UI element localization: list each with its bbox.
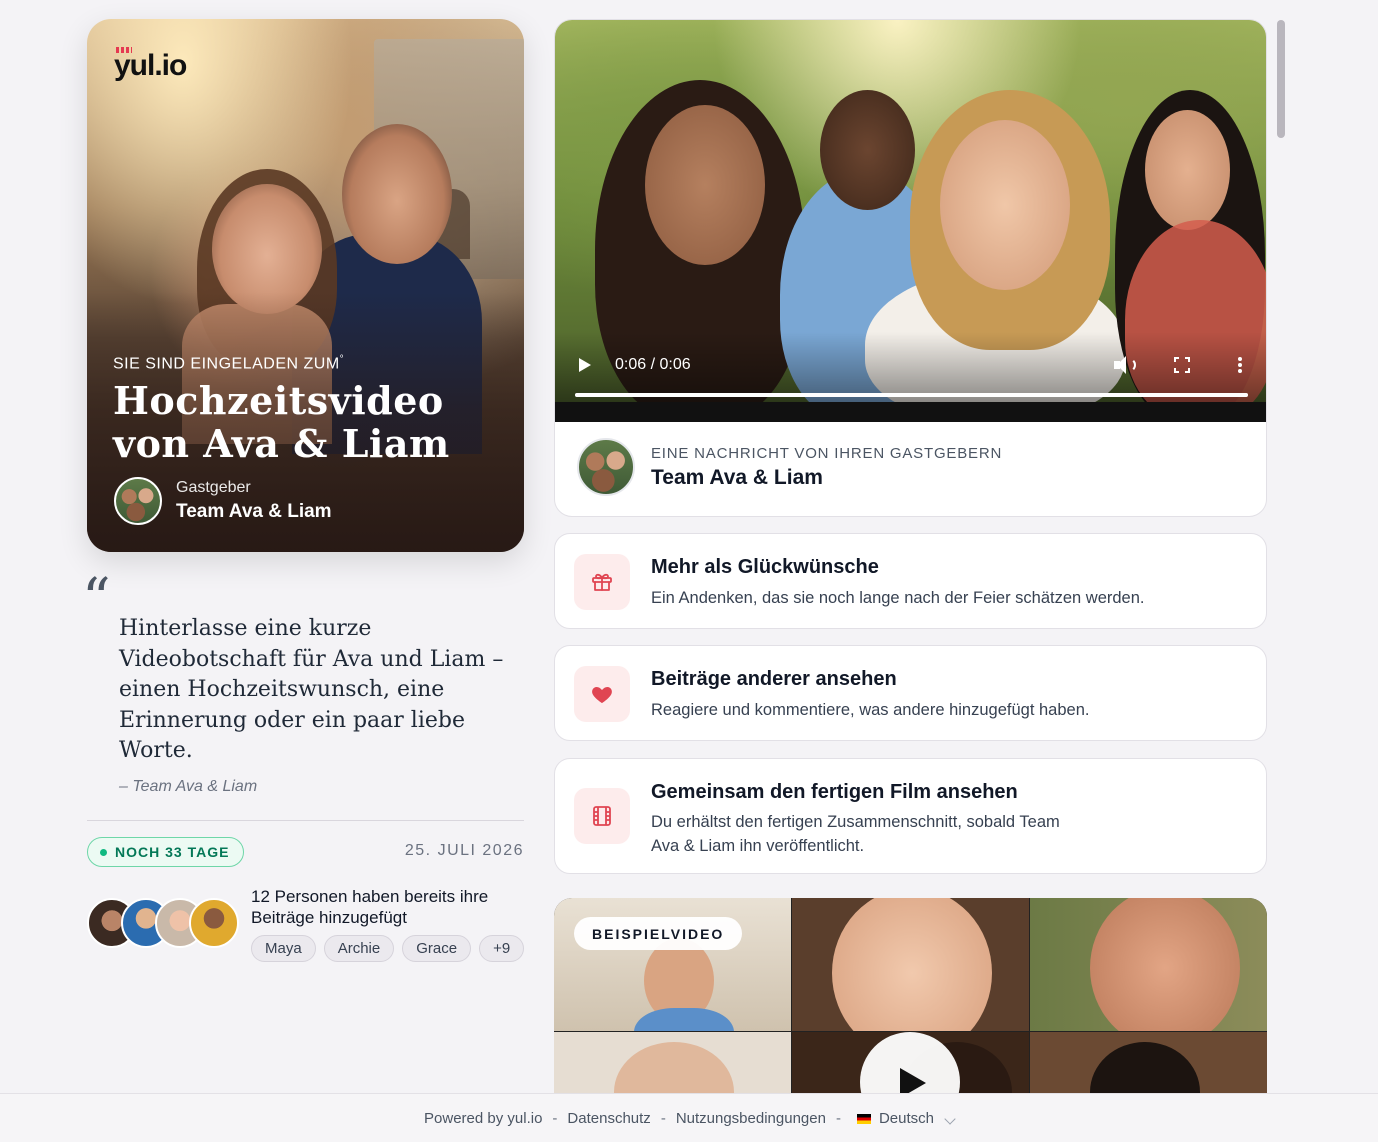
scrollbar[interactable]	[1277, 20, 1285, 138]
privacy-link[interactable]: Datenschutz	[567, 1110, 650, 1127]
volume-icon[interactable]	[1114, 356, 1136, 374]
yulio-logo[interactable]: yul.io	[114, 47, 187, 83]
sample-tile	[792, 898, 1029, 1031]
sample-video[interactable]: BEISPIELVIDEO	[554, 898, 1267, 1094]
contributor-chip[interactable]: Maya	[251, 935, 316, 962]
host-avatar	[114, 477, 162, 525]
feature-card: Mehr als Glückwünsche Ein Andenken, das …	[554, 533, 1267, 629]
sample-video-badge: BEISPIELVIDEO	[574, 917, 743, 950]
host-name: Team Ava & Liam	[176, 501, 332, 522]
divider	[87, 820, 524, 821]
days-left-badge: NOCH 33 TAGE	[87, 837, 245, 867]
contributor-chips: Maya Archie Grace +9	[251, 935, 525, 962]
hero-card: yul.io SIE SIND EINGELADEN ZUM° Hochzeit…	[87, 19, 524, 552]
contributor-avatars	[87, 898, 247, 950]
contributor-chip[interactable]: Grace	[402, 935, 472, 962]
heart-icon	[592, 687, 612, 703]
video-progress-fill	[575, 393, 1248, 397]
film-icon	[593, 806, 611, 826]
host-info: Gastgeber Team Ava & Liam	[114, 477, 332, 525]
host-avatar	[577, 438, 635, 496]
feature-description: Ein Andenken, das sie noch lange nach de…	[651, 589, 1145, 607]
feature-description: Du erhältst den fertigen Zusammenschnitt…	[651, 813, 1060, 855]
more-options-icon[interactable]	[1238, 357, 1242, 373]
play-icon[interactable]	[579, 358, 591, 372]
video-time: 0:06 / 0:06	[615, 356, 691, 373]
more-contributors-chip[interactable]: +9	[479, 935, 525, 962]
play-icon	[900, 1068, 926, 1094]
powered-by-link[interactable]: Powered by yul.io	[424, 1110, 542, 1127]
gift-icon	[592, 573, 612, 591]
german-flag-icon	[856, 1113, 871, 1124]
feature-description: Reagiere und kommentiere, was andere hin…	[651, 701, 1090, 719]
footer: Powered by yul.io - Datenschutz - Nutzun…	[0, 1093, 1378, 1142]
video-player[interactable]: 0:06 / 0:06	[555, 20, 1266, 422]
quote-mark-icon: “	[82, 567, 111, 632]
feature-title: Beiträge anderer ansehen	[651, 668, 897, 690]
event-date: 25. JULI 2026	[404, 842, 524, 859]
host-video-card: 0:06 / 0:06 EINE NACHRICHT VON IHREN GAS…	[554, 19, 1267, 517]
sample-tile	[554, 1032, 791, 1094]
sample-tile	[1030, 1032, 1267, 1094]
host-message-name: Team Ava & Liam	[651, 465, 823, 489]
hero-title: Hochzeitsvideo von Ava & Liam	[113, 378, 450, 466]
host-label: Gastgeber	[176, 479, 251, 496]
invitation-quote: Hinterlasse eine kurze Videobotschaft fü…	[119, 616, 504, 763]
feature-card: Gemeinsam den fertigen Film ansehen Du e…	[554, 758, 1267, 874]
contributor-chip[interactable]: Archie	[323, 935, 395, 962]
chevron-down-icon	[944, 1112, 956, 1125]
contributors-summary: 12 Personen haben bereits ihre Beiträge …	[251, 887, 489, 927]
hero-eyebrow: SIE SIND EINGELADEN ZUM°	[113, 354, 345, 373]
host-message: EINE NACHRICHT VON IHREN GASTGEBERN Team…	[577, 438, 1002, 496]
feature-title: Mehr als Glückwünsche	[651, 556, 879, 578]
language-selector[interactable]: Deutsch	[856, 1110, 956, 1127]
feature-title: Gemeinsam den fertigen Film ansehen	[651, 781, 1018, 803]
sample-tile	[1030, 898, 1267, 1031]
feature-card: Beiträge anderer ansehen Reagiere und ko…	[554, 645, 1267, 741]
terms-link[interactable]: Nutzungsbedingungen	[676, 1110, 826, 1127]
quote-author: – Team Ava & Liam	[119, 778, 258, 795]
video-controls: 0:06 / 0:06	[575, 350, 1248, 380]
host-message-eyebrow: EINE NACHRICHT VON IHREN GASTGEBERN	[651, 444, 1003, 462]
fullscreen-icon[interactable]	[1174, 357, 1190, 373]
status-dot-icon	[100, 848, 107, 856]
avatar	[189, 898, 239, 948]
video-progress-bar[interactable]	[575, 393, 1248, 397]
